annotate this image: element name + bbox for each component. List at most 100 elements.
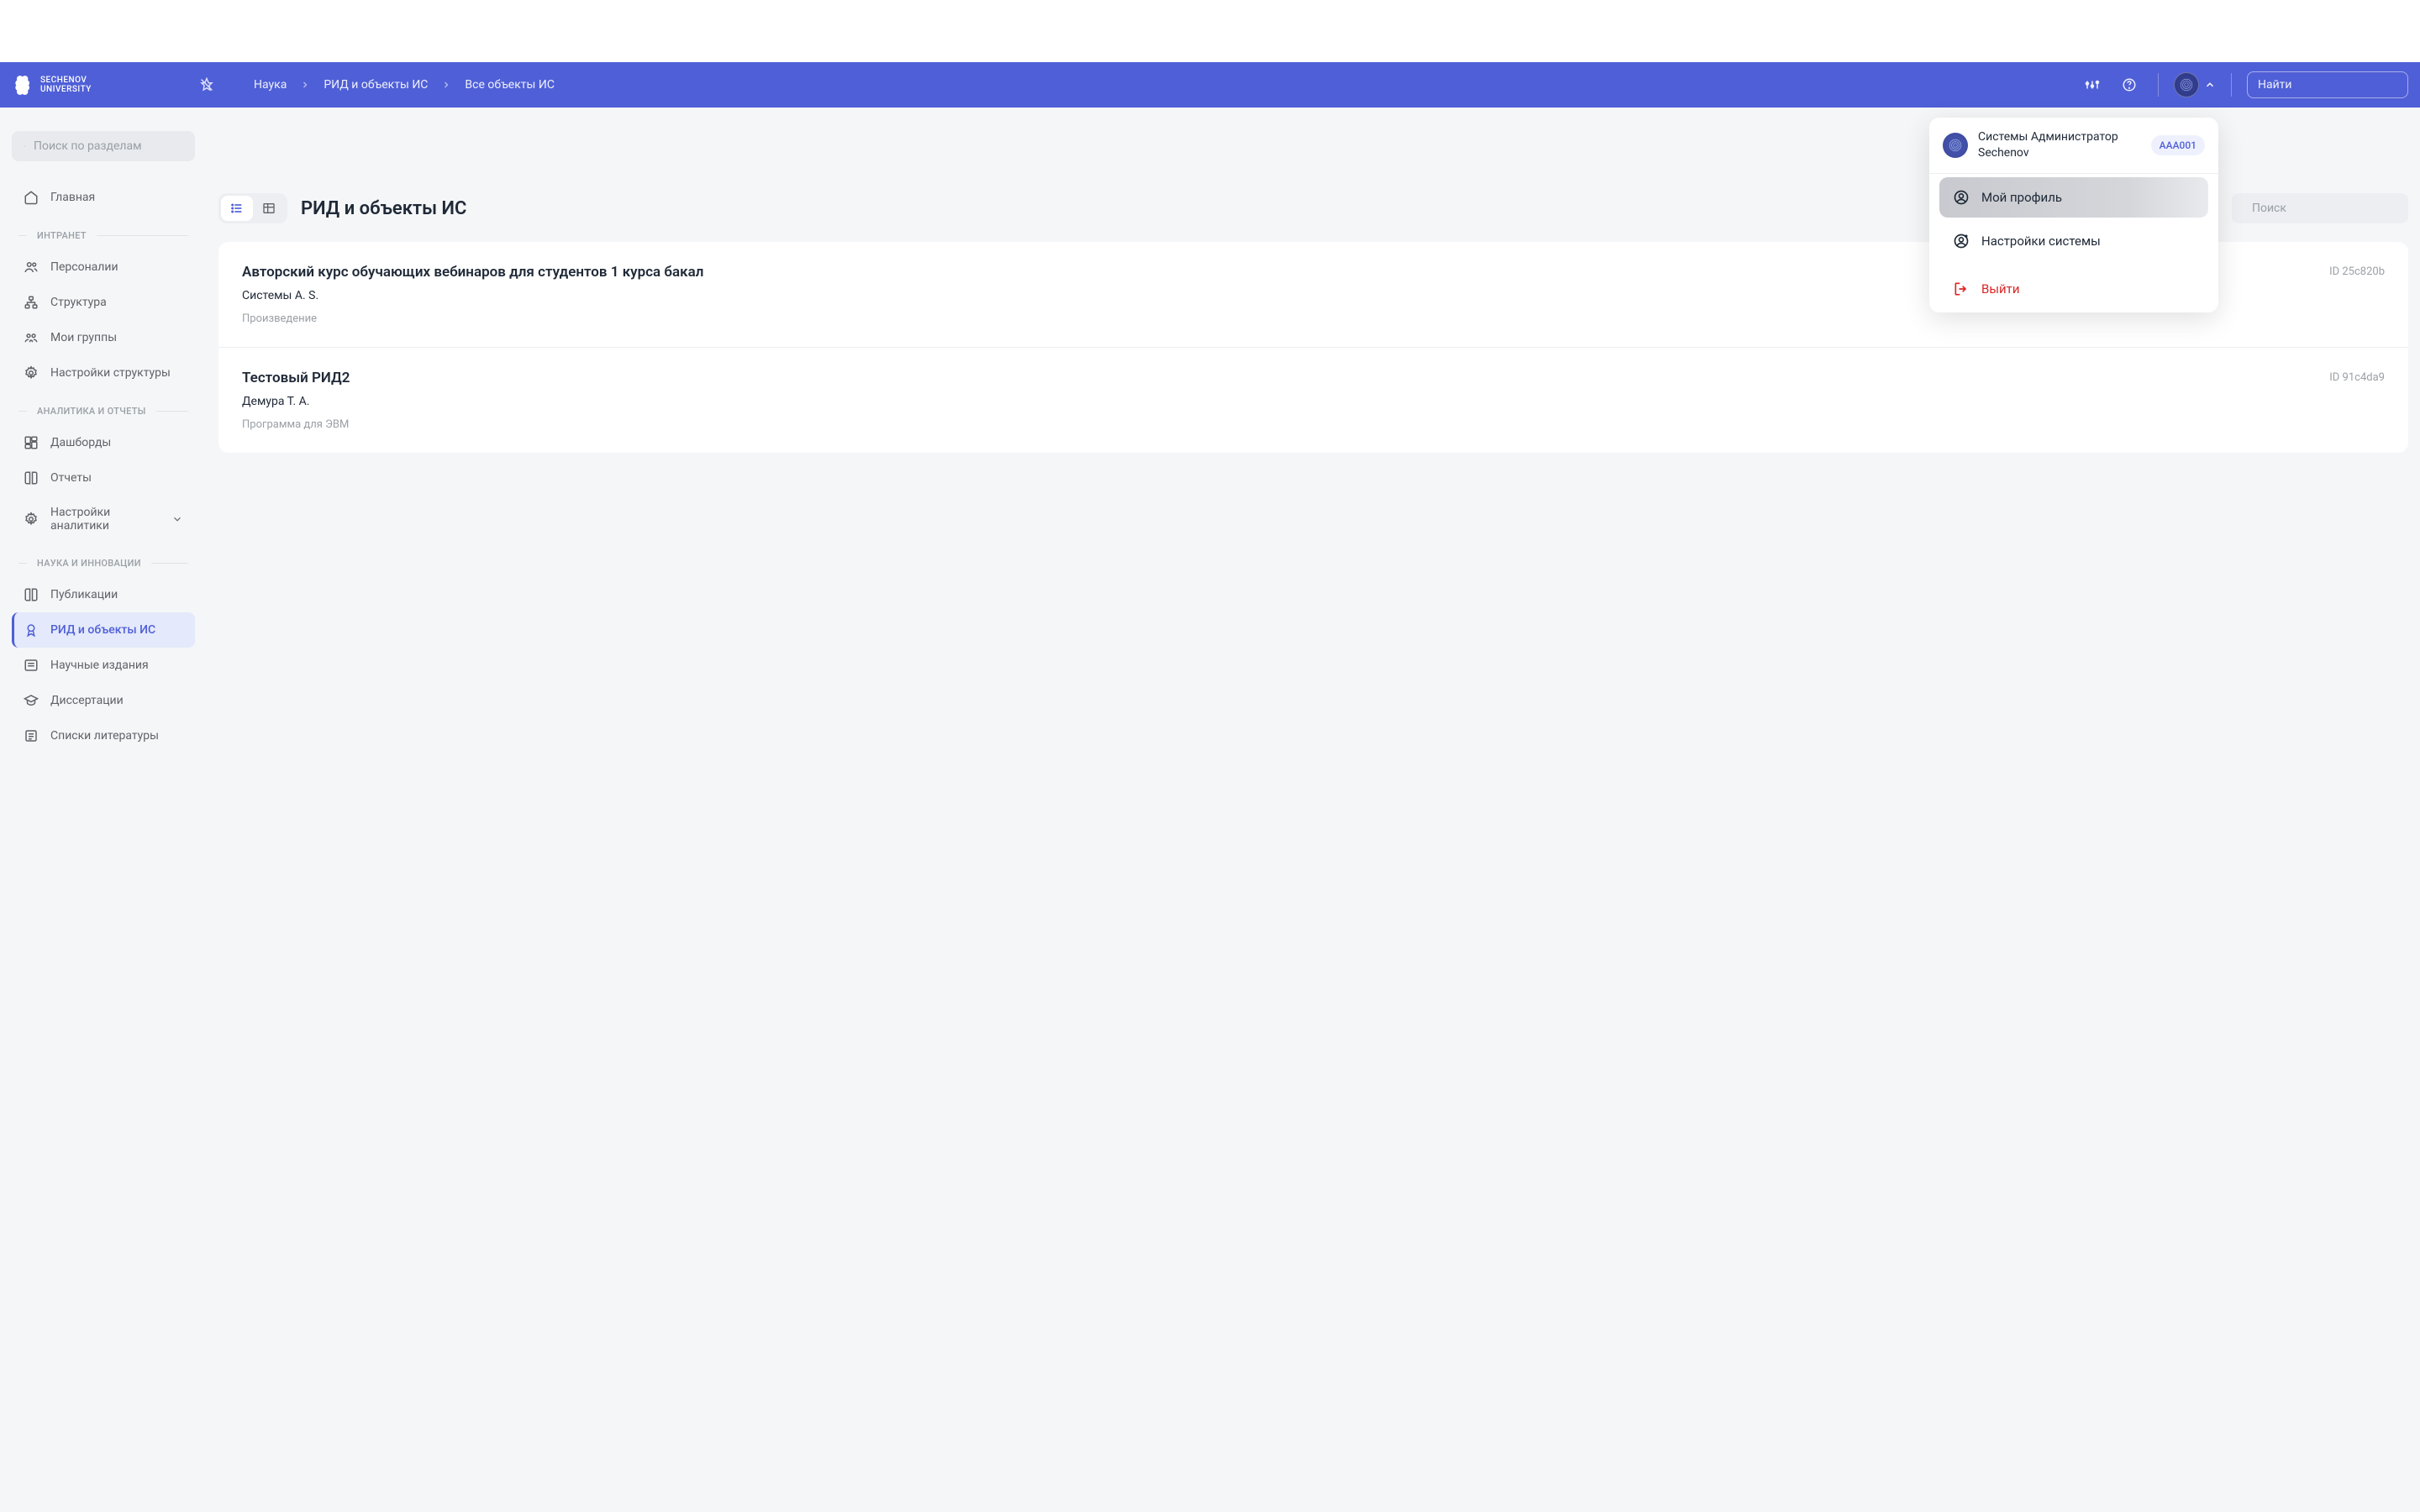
user-icon <box>1953 189 1970 206</box>
nav-home[interactable]: Главная <box>12 180 195 215</box>
breadcrumb-item[interactable]: Все объекты ИС <box>465 78 555 92</box>
gear-icon <box>24 512 39 527</box>
logo-text: SECHENOVUNIVERSITY <box>40 76 92 94</box>
user-dropdown: Системы Администратор Sechenov AAA001 Мо… <box>1929 118 2218 312</box>
help-button[interactable] <box>2116 71 2143 98</box>
item-type: Произведение <box>242 312 703 325</box>
avatar <box>2174 72 2199 97</box>
sidebar-search[interactable] <box>12 131 195 161</box>
nav-label: Настройки аналитики <box>50 506 160 533</box>
breadcrumb-item[interactable]: РИД и объекты ИС <box>324 78 428 92</box>
dropdown-profile[interactable]: Мой профиль <box>1939 177 2208 218</box>
section-science: НАУКА И ИННОВАЦИИ <box>12 543 195 577</box>
item-title: Тестовый РИД2 <box>242 370 350 386</box>
item-id: ID 91c4da9 <box>2329 371 2385 384</box>
nav-dashboards[interactable]: Дашборды <box>12 425 195 460</box>
dashboard-icon <box>24 435 39 450</box>
user-menu-button[interactable] <box>2174 72 2216 97</box>
logout-icon <box>1953 281 1970 297</box>
users-icon <box>24 260 39 275</box>
nav-struct-settings[interactable]: Настройки структуры <box>12 355 195 391</box>
chevron-up-icon <box>2204 79 2216 91</box>
home-icon <box>24 190 39 205</box>
settings-sliders-button[interactable] <box>2079 71 2106 98</box>
dropdown-logout[interactable]: Выйти <box>1939 269 2208 309</box>
nav-label: Дашборды <box>50 436 111 449</box>
nav-journals[interactable]: Научные издания <box>12 648 195 683</box>
nav-label: Настройки структуры <box>50 366 171 380</box>
item-author: Системы А. S. <box>242 289 703 302</box>
user-gear-icon <box>1953 233 1970 249</box>
nav-publications[interactable]: Публикации <box>12 577 195 612</box>
item-type: Программа для ЭВМ <box>242 418 350 431</box>
item-title: Авторский курс обучающих вебинаров для с… <box>242 264 703 281</box>
global-search[interactable] <box>2247 71 2408 98</box>
nav-rid[interactable]: РИД и объекты ИС <box>12 612 195 648</box>
dropdown-label: Мой профиль <box>1981 190 2062 205</box>
brain-logo-icon <box>12 74 34 96</box>
graduation-icon <box>24 693 39 708</box>
section-intranet: ИНТРАНЕТ <box>12 215 195 249</box>
user-name: Системы Администратор Sechenov <box>1978 129 2141 161</box>
nav-bibliography[interactable]: Списки литературы <box>12 718 195 753</box>
sliders-icon <box>2085 77 2100 92</box>
nav-label: Списки литературы <box>50 729 159 743</box>
nav-personalii[interactable]: Персоналии <box>12 249 195 285</box>
nav-label: Персоналии <box>50 260 118 274</box>
sidebar: Главная ИНТРАНЕТ Персоналии Структура Мо… <box>0 108 207 1512</box>
nav-struktura[interactable]: Структура <box>12 285 195 320</box>
section-analytics: АНАЛИТИКА И ОТЧЕТЫ <box>12 391 195 425</box>
user-badge: AAA001 <box>2151 135 2205 155</box>
gear-icon <box>24 365 39 381</box>
newspaper-icon <box>24 658 39 673</box>
dropdown-label: Настройки системы <box>1981 234 2101 249</box>
nav-groups[interactable]: Мои группы <box>12 320 195 355</box>
fingerprint-icon <box>1948 138 1963 153</box>
nav-label: РИД и объекты ИС <box>50 623 155 637</box>
nav-label: Публикации <box>50 588 118 601</box>
help-icon <box>2122 77 2137 92</box>
groups-icon <box>24 330 39 345</box>
nav-label: Научные издания <box>50 659 149 672</box>
fingerprint-icon <box>2179 77 2194 92</box>
view-list-button[interactable] <box>221 196 253 221</box>
breadcrumb: Наука РИД и объекты ИС Все объекты ИС <box>254 78 555 92</box>
pin-icon <box>199 77 214 92</box>
pin-button[interactable] <box>193 71 220 98</box>
global-search-input[interactable] <box>2258 78 2407 92</box>
topbar: SECHENOVUNIVERSITY Наука РИД и объекты И… <box>0 62 2420 108</box>
document-icon <box>24 587 39 602</box>
nav-reports[interactable]: Отчеты <box>12 460 195 496</box>
view-toggle <box>218 193 287 223</box>
avatar <box>1943 133 1968 158</box>
award-icon <box>24 622 39 638</box>
table-icon <box>262 202 276 215</box>
nav-dissertations[interactable]: Диссертации <box>12 683 195 718</box>
main-search[interactable] <box>2232 193 2408 223</box>
nav-label: Главная <box>50 191 95 204</box>
list-item[interactable]: Тестовый РИД2 Демура Т. А. Программа для… <box>218 348 2408 453</box>
logo[interactable]: SECHENOVUNIVERSITY <box>12 74 180 96</box>
list-icon <box>24 728 39 743</box>
sidebar-search-input[interactable] <box>34 139 183 153</box>
chevron-right-icon <box>441 80 451 90</box>
nav-label: Диссертации <box>50 694 124 707</box>
list-icon <box>230 202 244 215</box>
chevron-down-icon <box>171 513 183 525</box>
dropdown-settings[interactable]: Настройки системы <box>1939 221 2208 261</box>
search-icon <box>24 139 25 153</box>
book-icon <box>24 470 39 486</box>
sitemap-icon <box>24 295 39 310</box>
item-author: Демура Т. А. <box>242 395 350 408</box>
dropdown-header: Системы Администратор Sechenov AAA001 <box>1929 118 2218 174</box>
item-id: ID 25c820b <box>2329 265 2385 278</box>
page-title: РИД и объекты ИС <box>301 198 466 219</box>
dropdown-label: Выйти <box>1981 281 2020 297</box>
nav-label: Отчеты <box>50 471 92 485</box>
main-search-input[interactable] <box>2252 202 2402 215</box>
nav-label: Структура <box>50 296 107 309</box>
nav-analytics-settings[interactable]: Настройки аналитики <box>12 496 195 543</box>
chevron-right-icon <box>300 80 310 90</box>
view-table-button[interactable] <box>253 196 285 221</box>
breadcrumb-item[interactable]: Наука <box>254 78 287 92</box>
